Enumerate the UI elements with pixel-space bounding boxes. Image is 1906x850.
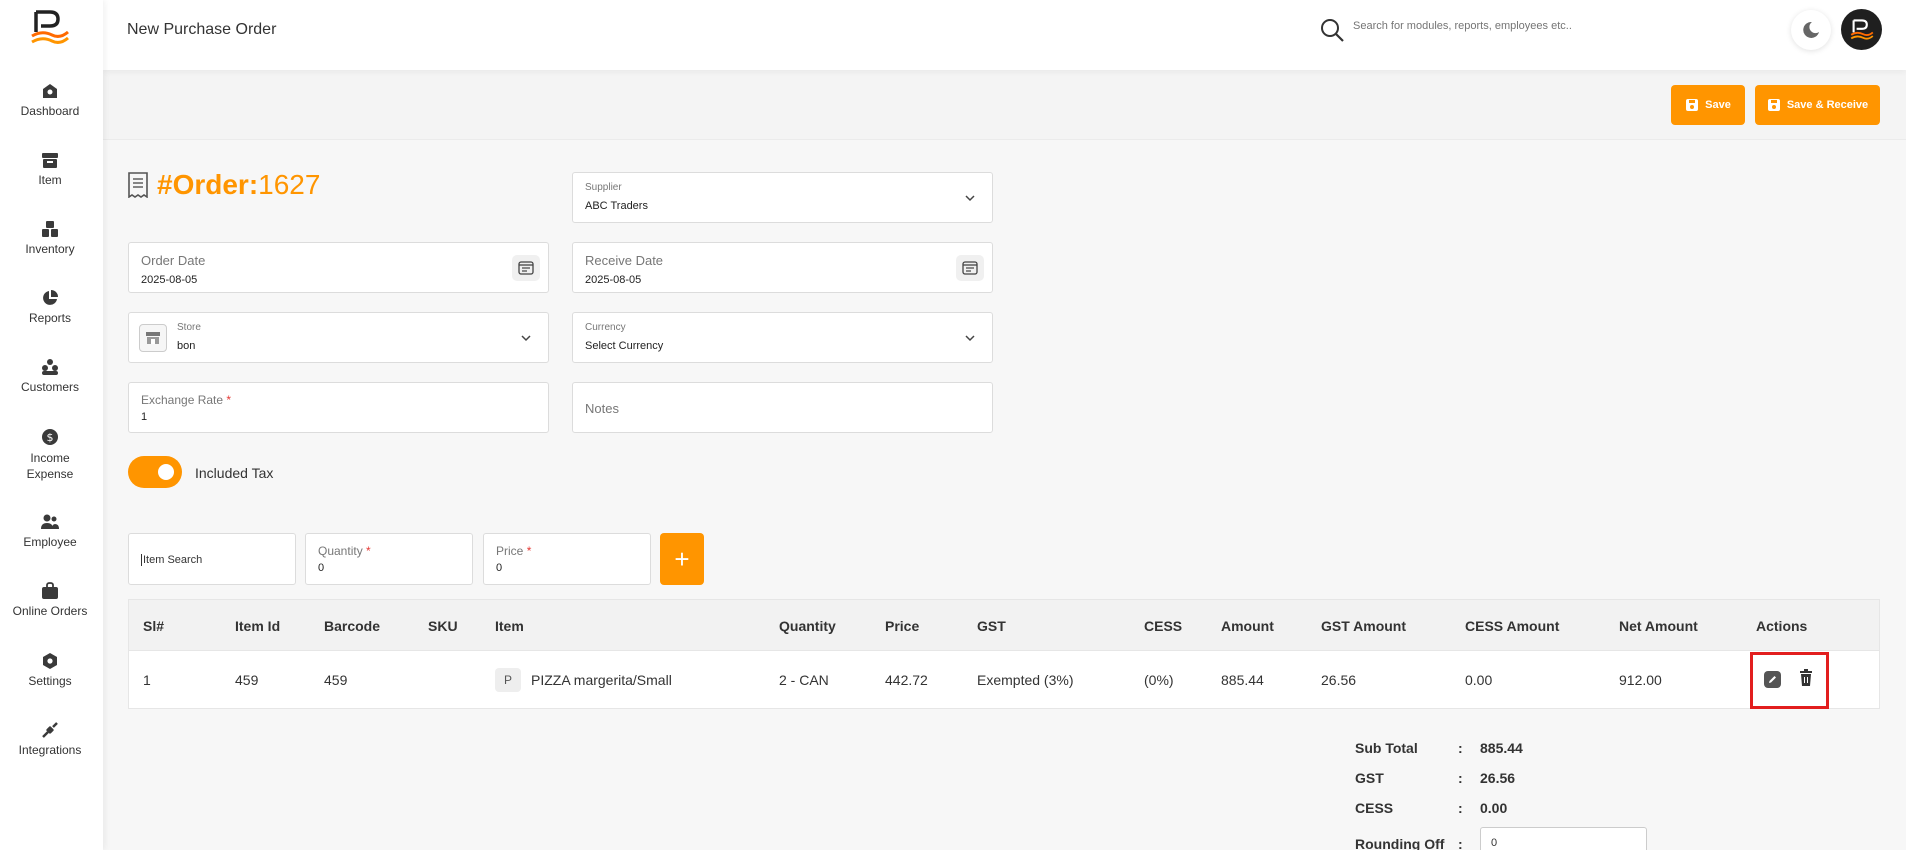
theme-toggle-button[interactable] — [1791, 10, 1831, 50]
store-select[interactable]: Store bon — [128, 312, 549, 363]
sidebar-item-settings[interactable]: Settings — [0, 652, 100, 688]
sidebar-item-label: Inventory — [25, 242, 75, 256]
sidebar-item-label: Online Orders — [12, 604, 88, 618]
save-receive-icon — [1767, 99, 1780, 111]
moon-icon — [1803, 21, 1819, 38]
sidebar-item-label: Settings — [28, 674, 72, 688]
sidebar-item-label: Integrations — [18, 743, 82, 757]
search-input[interactable] — [1353, 20, 1613, 32]
save-and-receive-button[interactable]: Save & Receive — [1755, 85, 1880, 125]
delete-icon[interactable] — [1799, 669, 1813, 692]
totals-panel: Sub Total : 885.44 GST : 26.56 CESS : 0.… — [1355, 740, 1855, 850]
items-table: Sl# Item Id Barcode SKU Item Quantity Pr… — [128, 599, 1880, 709]
settings-icon — [43, 653, 57, 669]
save-icon — [1686, 99, 1699, 111]
supplier-select[interactable]: Supplier ABC Traders — [572, 172, 993, 223]
page-title: New Purchase Order — [127, 21, 277, 38]
store-icon — [139, 324, 167, 352]
sidebar-item-label: Dashboard — [20, 104, 80, 118]
reports-icon — [43, 290, 58, 305]
sidebar-item-label: Employee — [23, 535, 77, 549]
chevron-down-icon — [965, 335, 975, 342]
online-orders-icon — [42, 582, 58, 599]
svg-text:$: $ — [47, 431, 54, 444]
sidebar-item-label: Customers — [20, 380, 79, 394]
sidebar-item-inventory[interactable]: Inventory — [0, 220, 100, 256]
actions-highlight — [1750, 652, 1829, 709]
item-icon — [42, 153, 58, 168]
order-prefix: #Order: — [157, 169, 259, 200]
sidebar-item-income-expense[interactable]: $ Income Expense — [0, 428, 100, 482]
exchange-rate-field[interactable]: Exchange Rate * 1 — [128, 382, 549, 433]
calendar-icon[interactable] — [512, 255, 540, 281]
plus-icon: + — [674, 543, 690, 574]
sidebar-item-label: Item — [38, 173, 62, 187]
sidebar-item-integrations[interactable]: Integrations — [0, 721, 100, 757]
sidebar-item-label: Income Expense — [26, 451, 74, 481]
chevron-down-icon — [965, 195, 975, 202]
customers-icon — [42, 359, 58, 375]
sidebar-item-reports[interactable]: Reports — [0, 289, 100, 325]
price-field[interactable]: Price * 0 — [483, 533, 651, 585]
sidebar-item-label: Reports — [28, 311, 72, 325]
sidebar-item-item[interactable]: Item — [0, 151, 100, 187]
employee-icon — [41, 514, 59, 529]
item-search-input[interactable]: Item Search — [128, 533, 296, 585]
currency-select[interactable]: Currency Select Currency — [572, 312, 993, 363]
table-row: 1 459 459 P PIZZA margerita/Small 2 - CA… — [128, 651, 1880, 709]
edit-icon[interactable] — [1764, 671, 1781, 688]
item-badge: P — [495, 668, 521, 692]
add-item-button[interactable]: + — [660, 533, 704, 585]
table-header: Sl# Item Id Barcode SKU Item Quantity Pr… — [128, 599, 1880, 651]
order-date-field[interactable]: Order Date 2025-08-05 — [128, 242, 549, 293]
sidebar: Dashboard Item Inventory Reports Custome… — [0, 0, 103, 850]
inventory-icon — [42, 221, 58, 237]
quantity-field[interactable]: Quantity * 0 — [305, 533, 473, 585]
calendar-icon[interactable] — [956, 255, 984, 281]
app-logo[interactable] — [30, 10, 70, 46]
avatar-logo-icon — [1850, 18, 1873, 40]
sidebar-item-dashboard[interactable]: Dashboard — [0, 82, 100, 118]
included-tax-toggle[interactable] — [128, 456, 182, 488]
receipt-icon — [128, 172, 148, 198]
order-number: 1627 — [258, 169, 321, 200]
notes-field[interactable]: Notes — [572, 382, 993, 433]
included-tax-label: Included Tax — [195, 465, 274, 481]
save-button[interactable]: Save — [1671, 85, 1745, 125]
integrations-icon — [42, 722, 58, 738]
chevron-down-icon — [521, 335, 531, 342]
income-expense-icon: $ — [42, 429, 58, 445]
sidebar-item-online-orders[interactable]: Online Orders — [0, 582, 100, 618]
dashboard-icon — [43, 84, 57, 98]
sidebar-item-customers[interactable]: Customers — [0, 358, 100, 394]
sidebar-item-employee[interactable]: Employee — [0, 513, 100, 549]
avatar[interactable] — [1841, 9, 1882, 50]
receive-date-field[interactable]: Receive Date 2025-08-05 — [572, 242, 993, 293]
order-title: #Order: 1627 — [127, 169, 320, 201]
search-icon[interactable] — [1319, 17, 1345, 48]
rounding-off-input[interactable]: 0 — [1480, 827, 1647, 850]
action-bar: Save Save & Receive — [103, 70, 1906, 140]
top-bar: New Purchase Order — [103, 0, 1906, 70]
